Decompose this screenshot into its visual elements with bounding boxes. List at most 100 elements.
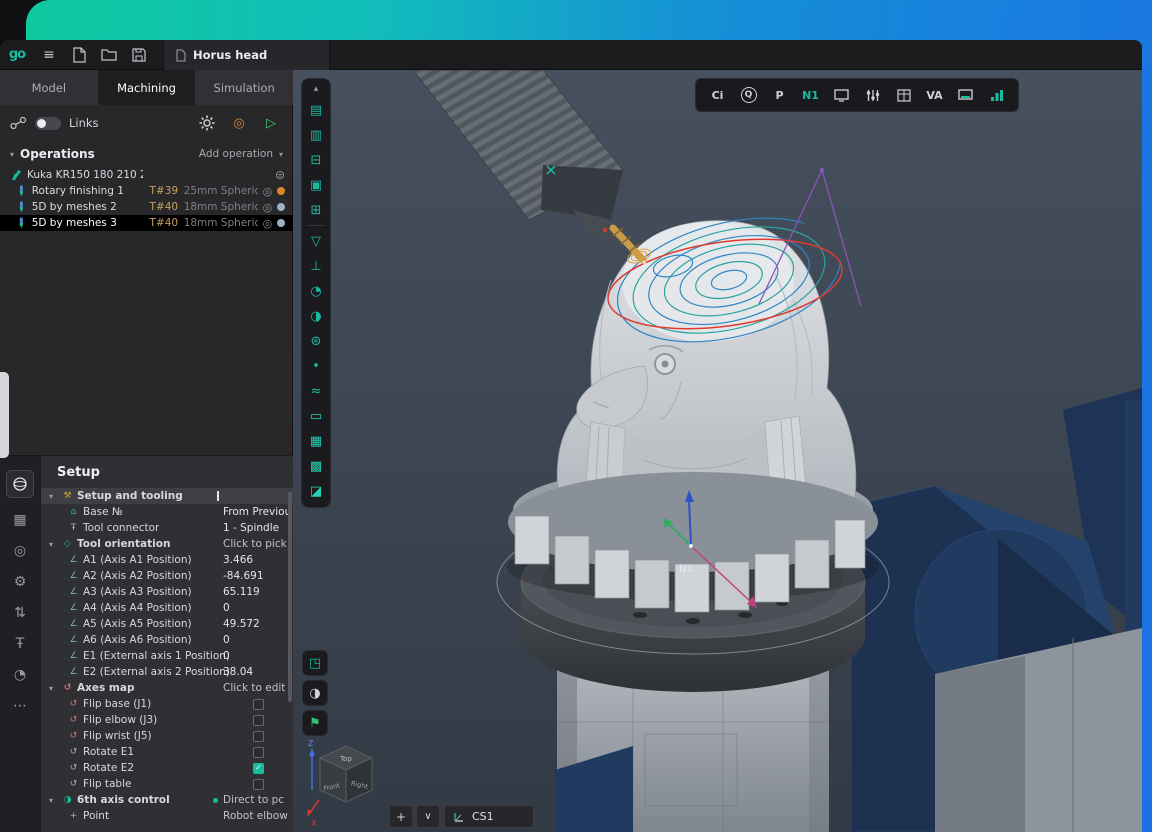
- add-operation-button[interactable]: Add operation: [199, 148, 273, 160]
- setup-row-group[interactable]: ▾ ↺ Axes map Click to edit: [41, 680, 293, 696]
- flag-icon[interactable]: ⚑: [302, 710, 328, 736]
- setup-row[interactable]: + Point Robot elbow: [41, 808, 293, 824]
- workpiece-button[interactable]: [6, 470, 34, 498]
- point-display-icon[interactable]: •: [305, 356, 327, 376]
- op-target-icon[interactable]: ◎: [263, 217, 273, 230]
- op-status-dot[interactable]: [277, 203, 285, 211]
- swap-axes-icon[interactable]: ⇅: [14, 604, 26, 622]
- setup-row[interactable]: ∠ A1 (Axis A1 Position) 3.466: [41, 552, 293, 568]
- history-icon[interactable]: ◔: [14, 666, 26, 684]
- operation-name: 5D by meshes 3: [32, 217, 145, 229]
- stock-icon[interactable]: ▣: [305, 175, 327, 195]
- sliders-button[interactable]: [857, 81, 888, 109]
- section-icon[interactable]: ◪: [305, 481, 327, 501]
- scroll-up-icon[interactable]: ▴: [305, 83, 327, 95]
- op-status-dot[interactable]: [277, 187, 285, 195]
- tab-machining[interactable]: Machining: [98, 70, 196, 105]
- run-button[interactable]: ▷: [259, 111, 283, 135]
- setup-row-check[interactable]: ↺ Flip elbow (J3) ✓: [41, 712, 293, 728]
- setup-row[interactable]: ⌂ Base № From Previous: [41, 504, 293, 520]
- statistics-button[interactable]: [981, 81, 1012, 109]
- va-analysis-button[interactable]: VA: [919, 81, 950, 109]
- setup-row-check[interactable]: ↺ Flip table ✓: [41, 776, 293, 792]
- document-tab[interactable]: Horus head: [163, 40, 330, 70]
- open-file-button[interactable]: [94, 40, 124, 70]
- machine-c-icon[interactable]: ⊟: [305, 150, 327, 170]
- setup-row[interactable]: ∠ E2 (External axis 2 Position) 38.04: [41, 664, 293, 680]
- spline-icon[interactable]: ≈: [305, 381, 327, 401]
- operation-row-machine[interactable]: Kuka KR150 180 210 24... ⊜: [0, 167, 293, 183]
- setup-row-group[interactable]: ▾ ⚒ Setup and tooling: [41, 488, 293, 504]
- op-target-icon[interactable]: ◎: [263, 201, 273, 214]
- select-frame-icon[interactable]: ◳: [302, 650, 328, 676]
- table-grid-button[interactable]: [888, 81, 919, 109]
- solid-icon[interactable]: ▩: [305, 456, 327, 476]
- add-cs-button[interactable]: +: [389, 805, 413, 828]
- viewport-3d[interactable]: N1: [293, 70, 1142, 832]
- op-status-dot[interactable]: [277, 219, 285, 227]
- machine-b-icon[interactable]: ▥: [305, 125, 327, 145]
- n1-coordinate-button[interactable]: N1: [795, 81, 826, 109]
- checkbox[interactable]: ✓: [253, 699, 264, 710]
- probe-icon[interactable]: ⊥: [305, 256, 327, 276]
- tab-simulation[interactable]: Simulation: [195, 70, 293, 105]
- collapsed-panel-handle[interactable]: [0, 372, 9, 458]
- settings-gear-icon[interactable]: ⚙: [14, 573, 27, 591]
- setup-row[interactable]: ∠ A3 (Axis A3 Position) 65.119: [41, 584, 293, 600]
- machine-setup-icon[interactable]: ▦: [13, 511, 26, 529]
- setup-row[interactable]: ∠ A2 (Axis A2 Position) -84.691: [41, 568, 293, 584]
- fixture-icon[interactable]: ⊞: [305, 200, 327, 220]
- save-button[interactable]: [124, 40, 154, 70]
- checkbox[interactable]: ✓: [253, 763, 264, 774]
- coordinate-system-selector[interactable]: CS1: [444, 805, 534, 828]
- checkbox[interactable]: ✓: [253, 747, 264, 758]
- operations-header[interactable]: ▾ Operations Add operation ▾: [0, 141, 293, 167]
- settings-button[interactable]: [195, 111, 219, 135]
- collision-check-button[interactable]: Ci: [702, 81, 733, 109]
- setup-row-group[interactable]: ▾ ◑ 6th axis control Direct to pc: [41, 792, 293, 808]
- setup-row[interactable]: ∠ A6 (Axis A6 Position) 0: [41, 632, 293, 648]
- cs-dropdown-button[interactable]: ∨: [416, 805, 440, 828]
- tooling-icon[interactable]: Ŧ: [16, 635, 25, 653]
- checkbox[interactable]: ✓: [253, 731, 264, 742]
- setup-row-check[interactable]: ↺ Flip wrist (J5) ✓: [41, 728, 293, 744]
- setup-row[interactable]: ∠ A5 (Axis A5 Position) 49.572: [41, 616, 293, 632]
- pattern-icon[interactable]: ⊛: [305, 331, 327, 351]
- rotary-icon[interactable]: ◔: [305, 281, 327, 301]
- setup-row[interactable]: ∠ A4 (Axis A4 Position) 0: [41, 600, 293, 616]
- screen-button[interactable]: [826, 81, 857, 109]
- simulation-toolbar: Ci Q P N1 VA: [695, 78, 1019, 112]
- add-operation-caret-icon[interactable]: ▾: [279, 150, 283, 159]
- mesh-icon[interactable]: ▦: [305, 431, 327, 451]
- mirror-icon[interactable]: ◑: [305, 306, 327, 326]
- setup-row-check[interactable]: ↺ Flip base (J1) ✓: [41, 696, 293, 712]
- probe-flag-button[interactable]: P: [764, 81, 795, 109]
- checkbox[interactable]: ✓: [253, 715, 264, 726]
- more-icon[interactable]: ⋯: [13, 697, 27, 715]
- op-target-icon[interactable]: ◎: [263, 185, 273, 198]
- setup-row[interactable]: ∠ E1 (External axis 1 Position) 0: [41, 648, 293, 664]
- links-toggle[interactable]: [35, 117, 61, 130]
- operation-row[interactable]: 5D by meshes 2 T#40 18mm Spherica ◎: [0, 199, 293, 215]
- setup-row[interactable]: Ŧ Tool connector 1 - Spindle: [41, 520, 293, 536]
- display-button[interactable]: [950, 81, 981, 109]
- new-file-button[interactable]: [64, 40, 94, 70]
- tool-library-icon[interactable]: ◎: [14, 542, 26, 560]
- operation-row-selected[interactable]: 5D by meshes 3 T#40 18mm Spherica ◎: [0, 215, 293, 231]
- simulate-button[interactable]: ◎: [227, 111, 251, 135]
- shading-toggle-icon[interactable]: ◑: [302, 680, 328, 706]
- checkbox[interactable]: ✓: [253, 779, 264, 790]
- plane-icon[interactable]: ▭: [305, 406, 327, 426]
- setup-row-check[interactable]: ↺ Rotate E2 ✓: [41, 760, 293, 776]
- tab-model[interactable]: Model: [0, 70, 98, 105]
- setup-row-check[interactable]: ↺ Rotate E1 ✓: [41, 744, 293, 760]
- machine-menu-icon[interactable]: ⊜: [275, 168, 285, 182]
- setup-scrollbar[interactable]: [288, 492, 292, 702]
- machine-a-icon[interactable]: ▤: [305, 100, 327, 120]
- spindle-mode-button[interactable]: Q: [733, 81, 764, 109]
- view-cube[interactable]: Top Front Right Z X: [306, 738, 386, 830]
- main-menu-button[interactable]: ≡: [34, 40, 64, 70]
- filter-icon[interactable]: ▽: [305, 231, 327, 251]
- operation-row[interactable]: Rotary finishing 1 T#39 25mm Spherica ◎: [0, 183, 293, 199]
- setup-row-group[interactable]: ▾ ◇ Tool orientation Click to pick: [41, 536, 293, 552]
